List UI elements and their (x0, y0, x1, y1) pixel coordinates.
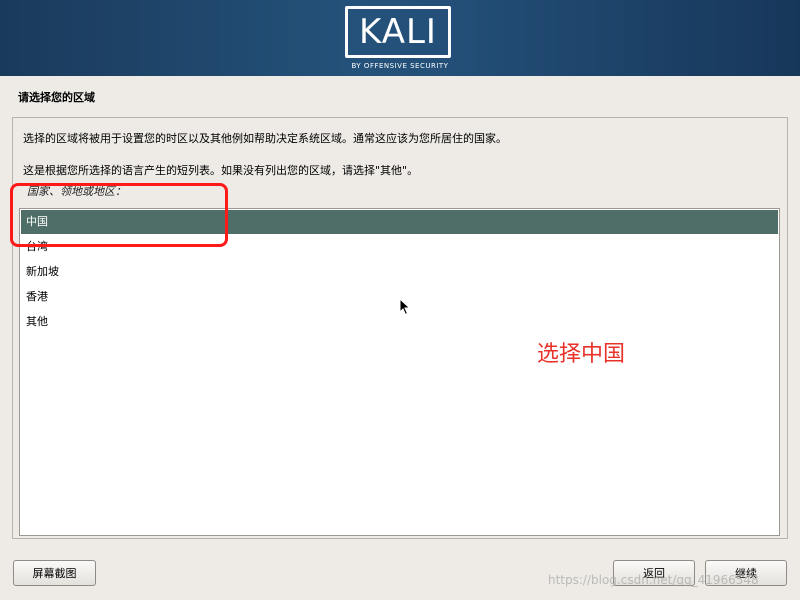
page-title: 请选择您的区域 (18, 91, 95, 104)
region-item-taiwan[interactable]: 台湾 (21, 235, 778, 259)
description-line-1: 选择的区域将被用于设置您的时区以及其他例如帮助决定系统区域。通常这应该为您所居住… (23, 132, 507, 145)
region-list[interactable]: 中国 台湾 新加坡 香港 其他 (19, 208, 780, 536)
logo-subtitle: BY OFFENSIVE SECURITY (351, 62, 449, 70)
annotation-text: 选择中国 (537, 342, 626, 367)
kali-banner: KALI BY OFFENSIVE SECURITY (0, 0, 800, 76)
logo-text: KALI (359, 12, 437, 52)
mouse-pointer-icon (399, 298, 411, 316)
region-item-china[interactable]: 中国 (21, 210, 778, 234)
list-label: 国家、领地或地区： (27, 185, 126, 198)
description-line-2: 这是根据您所选择的语言产生的短列表。如果没有列出您的区域，请选择"其他"。 (23, 164, 419, 177)
screenshot-button[interactable]: 屏幕截图 (13, 560, 96, 586)
kali-logo: KALI (345, 6, 451, 58)
continue-button[interactable]: 继续 (705, 560, 787, 586)
back-button[interactable]: 返回 (613, 560, 695, 586)
region-item-singapore[interactable]: 新加坡 (21, 260, 778, 284)
